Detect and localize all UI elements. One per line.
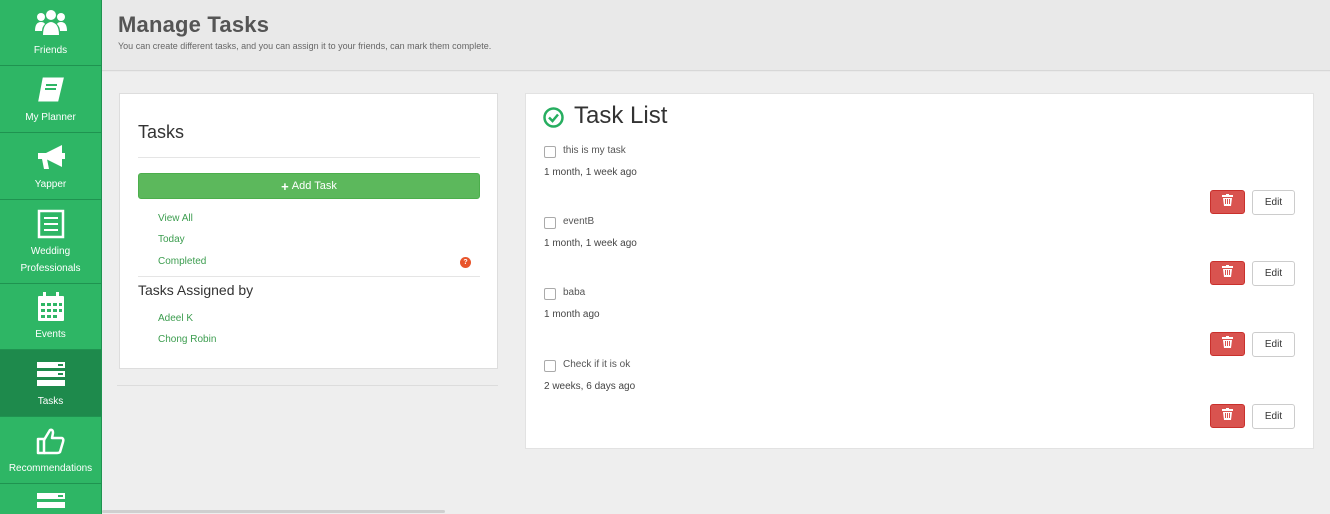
sidebar-item-label: Recommendations [8,462,93,474]
sidebar-item-wedding-professionals[interactable]: Wedding Professionals [0,200,101,284]
tasks-assigned-by-title: Tasks Assigned by [138,282,254,298]
task-name: eventB [563,216,595,227]
filter-completed[interactable]: Completed [158,256,206,267]
divider [138,276,480,277]
horizontal-scrollbar[interactable] [102,510,445,513]
task-checkbox[interactable] [544,288,556,300]
edit-task-button[interactable]: Edit [1252,404,1295,429]
task-name: Check if it is ok [563,359,631,370]
divider [138,157,480,158]
delete-task-button[interactable] [1210,404,1245,428]
divider [117,385,498,386]
trash-icon [1222,407,1233,425]
sidebar-item-label: Friends [33,45,68,56]
tasks-panel-title: Tasks [138,122,185,142]
task-list-panel: Task List this is my task 1 month, 1 wee… [525,93,1314,449]
sidebar-item-label: Yapper [34,178,67,190]
sidebar-item-more[interactable] [0,484,101,514]
filter-today[interactable]: Today [158,234,185,245]
sidebar-item-label: Wedding Professionals [20,245,81,274]
task-item: Check if it is ok 2 weeks, 6 days ago Ed… [526,308,1315,429]
sidebar: Friends My Planner Yapper Wedding Profes… [0,0,102,514]
completed-count-badge: ? [460,257,471,268]
tasks-icon [34,357,68,391]
task-name: this is my task [563,145,626,156]
sidebar-item-label: My Planner [25,111,76,123]
task-checkbox[interactable] [544,360,556,372]
filter-view-all[interactable]: View All [158,213,193,224]
tasks-icon [36,492,66,514]
sidebar-item-friends[interactable]: Friends [0,0,101,66]
plus-icon: + [281,178,289,194]
assigned-by-adeel-k[interactable]: Adeel K [158,313,193,324]
megaphone-icon [34,140,68,174]
calendar-icon [34,290,68,324]
page-header: Manage Tasks You can create different ta… [102,0,1330,71]
task-name: baba [563,287,586,298]
task-checkbox[interactable] [544,146,556,158]
book-icon [34,73,68,107]
sidebar-item-yapper[interactable]: Yapper [0,133,101,200]
task-item: eventB 1 month, 1 week ago Edit [526,165,1315,286]
task-item: this is my task 1 month, 1 week ago Edit [526,94,1315,215]
thumbs-up-icon [34,424,68,458]
page-subtitle: You can create different tasks, and you … [118,41,492,51]
task-time: 2 weeks, 6 days ago [544,381,636,392]
sidebar-item-my-planner[interactable]: My Planner [0,66,101,133]
page-title: Manage Tasks [118,12,270,37]
sidebar-item-tasks[interactable]: Tasks [0,350,101,417]
sidebar-item-events[interactable]: Events [0,284,101,350]
sidebar-item-label: Events [35,329,66,340]
task-checkbox[interactable] [544,217,556,229]
add-task-label: Add Task [291,180,337,192]
task-item: baba 1 month ago Edit [526,236,1315,357]
sidebar-item-label: Tasks [37,395,64,407]
tasks-panel: Tasks + Add Task View All Today Complete… [119,93,498,369]
list-icon [34,207,68,241]
add-task-button[interactable]: + Add Task [138,173,480,199]
users-icon [34,6,68,40]
sidebar-item-recommendations[interactable]: Recommendations [0,417,101,484]
assigned-by-chong-robin[interactable]: Chong Robin [158,334,216,345]
